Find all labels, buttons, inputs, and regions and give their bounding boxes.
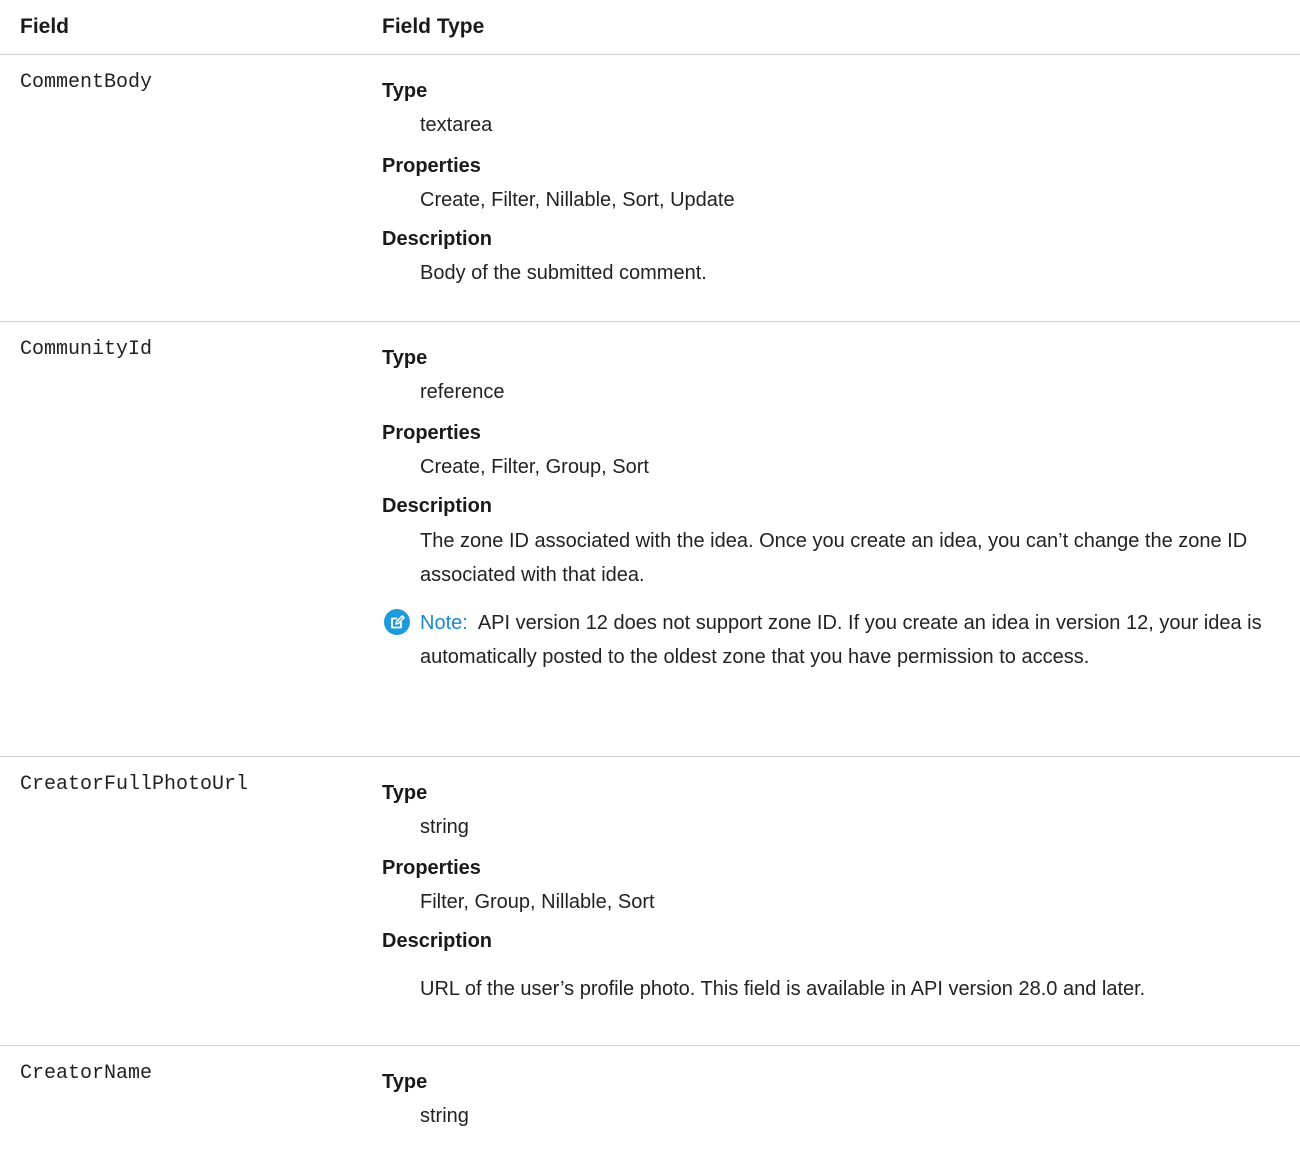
table-header: Field Field Type	[0, 0, 1300, 55]
field-details: Type string Properties Filter, Group, Ni…	[382, 781, 1286, 1001]
description-label: Description	[382, 228, 493, 250]
description-value: Body of the submitted comment.	[420, 262, 707, 284]
field-details: Type string	[382, 1070, 1286, 1128]
table-row: CommentBody Type textarea Properties Cre…	[0, 55, 1300, 322]
field-name: CommunityId	[20, 338, 153, 361]
note-box: Note: API version 12 does not support zo…	[384, 606, 1286, 674]
field-name: CreatorFullPhotoUrl	[20, 773, 249, 796]
type-value: textarea	[420, 114, 493, 136]
type-label: Type	[382, 1071, 428, 1093]
type-value: string	[420, 816, 469, 838]
header-field-type: Field Type	[382, 15, 485, 38]
properties-label: Properties	[382, 857, 481, 879]
properties-label: Properties	[382, 155, 481, 177]
description-value: The zone ID associated with the idea. On…	[420, 530, 1248, 586]
properties-value: Create, Filter, Group, Sort	[420, 456, 649, 478]
description-label: Description	[382, 495, 493, 517]
field-name: CreatorName	[20, 1062, 153, 1085]
description-value: URL of the user’s profile photo. This fi…	[420, 978, 1146, 1000]
properties-value: Create, Filter, Nillable, Sort, Update	[420, 189, 735, 211]
type-value: string	[420, 1105, 469, 1127]
type-label: Type	[382, 347, 428, 369]
field-details: Type textarea Properties Create, Filter,…	[382, 79, 1286, 285]
header-field: Field	[20, 15, 70, 38]
type-label: Type	[382, 80, 428, 102]
table-row: CreatorName Type string	[0, 1046, 1300, 1156]
type-label: Type	[382, 782, 428, 804]
type-value: reference	[420, 381, 505, 403]
table-row: CreatorFullPhotoUrl Type string Properti…	[0, 757, 1300, 1046]
field-name: CommentBody	[20, 71, 153, 94]
field-details: Type reference Properties Create, Filter…	[382, 346, 1286, 674]
properties-label: Properties	[382, 422, 481, 444]
field-table: Field Field Type CommentBody Type textar…	[0, 0, 1300, 1156]
properties-value: Filter, Group, Nillable, Sort	[420, 891, 655, 913]
description-label: Description	[382, 930, 493, 952]
edit-note-icon	[384, 609, 410, 635]
note-text: API version 12 does not support zone ID.…	[420, 612, 1262, 668]
note-label: Note:	[420, 612, 468, 634]
table-row: CommunityId Type reference Properties Cr…	[0, 322, 1300, 757]
